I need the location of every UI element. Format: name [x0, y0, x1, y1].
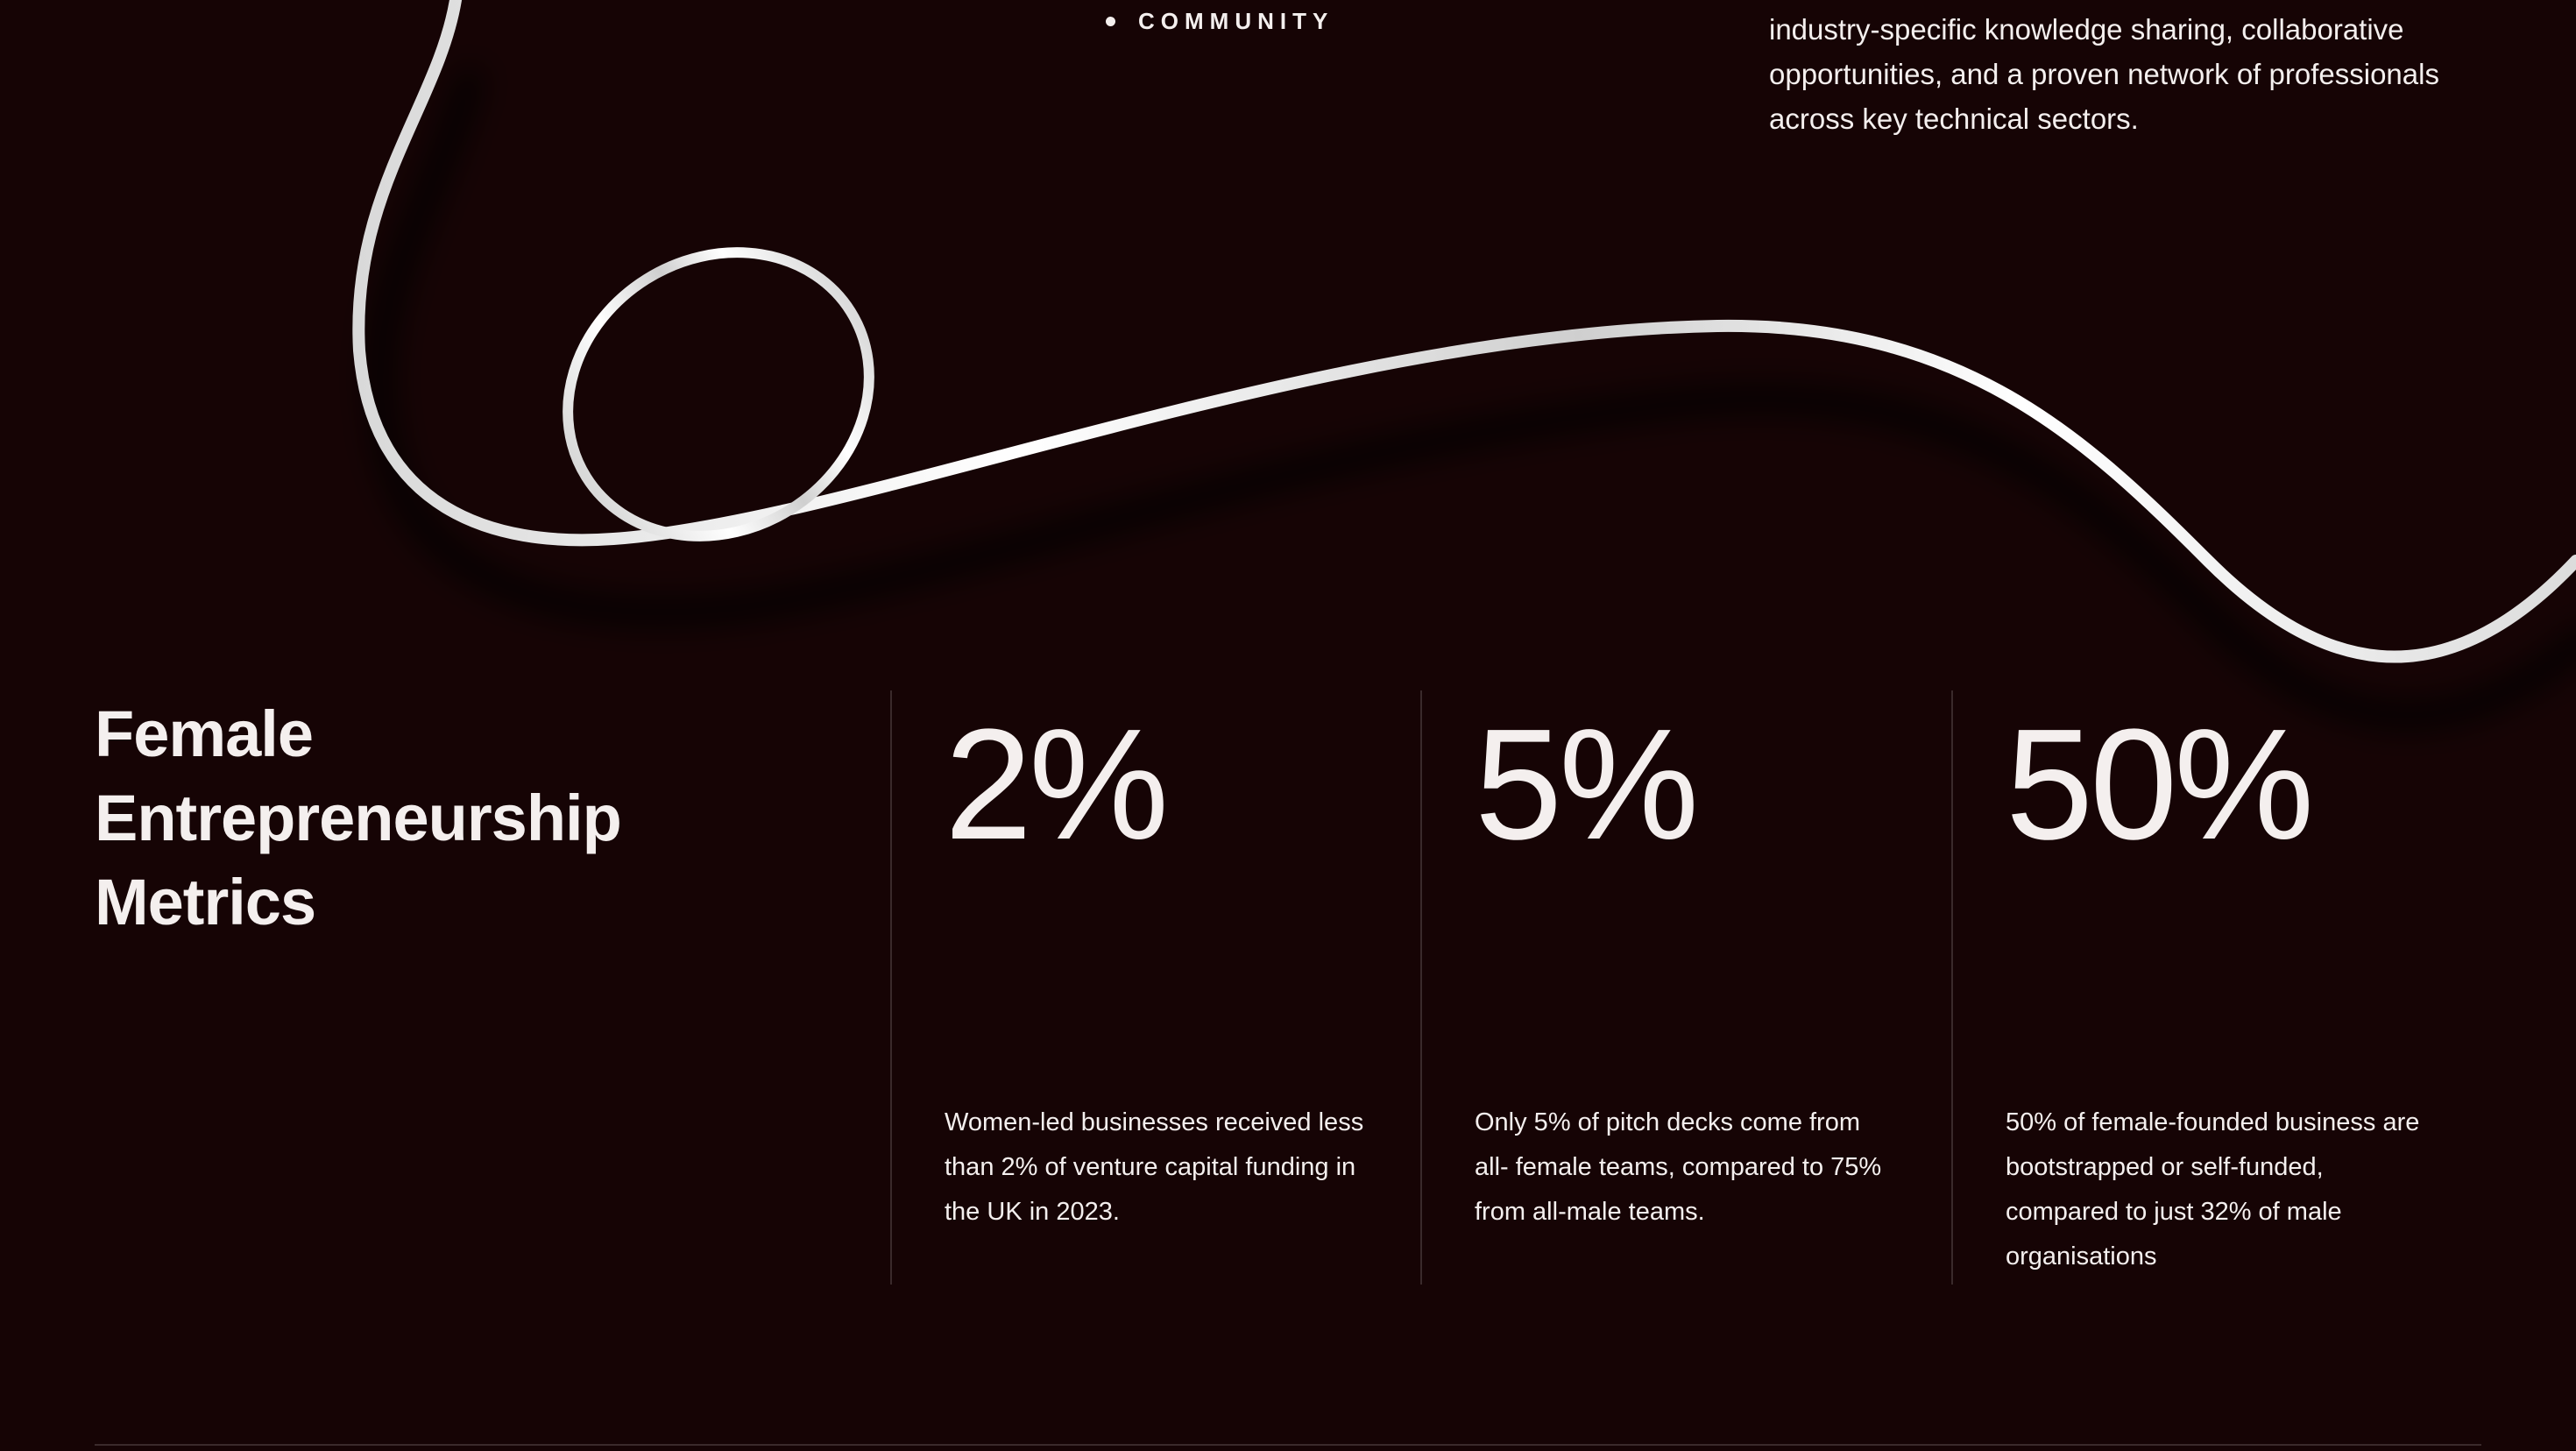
intro-paragraph: industry-specific knowledge sharing, col…: [1769, 7, 2523, 141]
section-title: Female Entrepreneurship Metrics: [95, 692, 761, 945]
metric-value: 2%: [945, 697, 1169, 873]
metric-value: 50%: [2006, 697, 2314, 873]
metric-description: 50% of female-founded business are boots…: [2006, 1101, 2479, 1279]
metric-description-line: bootstrapped or self-funded,: [2006, 1153, 2324, 1181]
section-bottom-divider: [95, 1444, 2481, 1446]
metric-description-line: than 2% of venture capital funding in: [945, 1153, 1356, 1181]
intro-line: opportunities, and a proven network of p…: [1769, 58, 2439, 90]
intro-line: across key technical sectors.: [1769, 103, 2139, 135]
community-nav-item[interactable]: COMMUNITY: [1106, 5, 1334, 37]
column-divider: [1951, 690, 1953, 1285]
metric-description-line: Only 5% of pitch decks come from: [1475, 1108, 1860, 1136]
section-title-line: Female: [95, 697, 314, 770]
metric-description: Women-led businesses received less than …: [945, 1101, 1418, 1235]
section-title-line: Entrepreneurship: [95, 782, 622, 854]
column-divider: [1420, 690, 1422, 1285]
metric-value: 5%: [1475, 697, 1699, 873]
metric-card-pitch-decks: 5% Only 5% of pitch decks come from all-…: [1475, 690, 1948, 1286]
metric-description-line: all- female teams, compared to 75%: [1475, 1153, 1882, 1181]
column-divider: [890, 690, 892, 1285]
metric-description-line: from all-male teams.: [1475, 1198, 1705, 1226]
metric-description-line: 50% of female-founded business are: [2006, 1108, 2420, 1136]
metric-description-line: compared to just 32% of male: [2006, 1198, 2342, 1226]
community-label: COMMUNITY: [1138, 8, 1334, 34]
metric-card-vc-funding: 2% Women-led businesses received less th…: [945, 690, 1418, 1286]
metric-description-line: organisations: [2006, 1242, 2157, 1271]
metric-card-bootstrapped: 50% 50% of female-founded business are b…: [2006, 690, 2479, 1286]
metric-description: Only 5% of pitch decks come from all- fe…: [1475, 1101, 1948, 1235]
metric-description-line: Women-led businesses received less: [945, 1108, 1364, 1136]
section-title-line: Metrics: [95, 866, 316, 938]
intro-line: industry-specific knowledge sharing, col…: [1769, 13, 2404, 46]
bullet-icon: [1106, 16, 1115, 26]
metric-description-line: the UK in 2023.: [945, 1198, 1120, 1226]
